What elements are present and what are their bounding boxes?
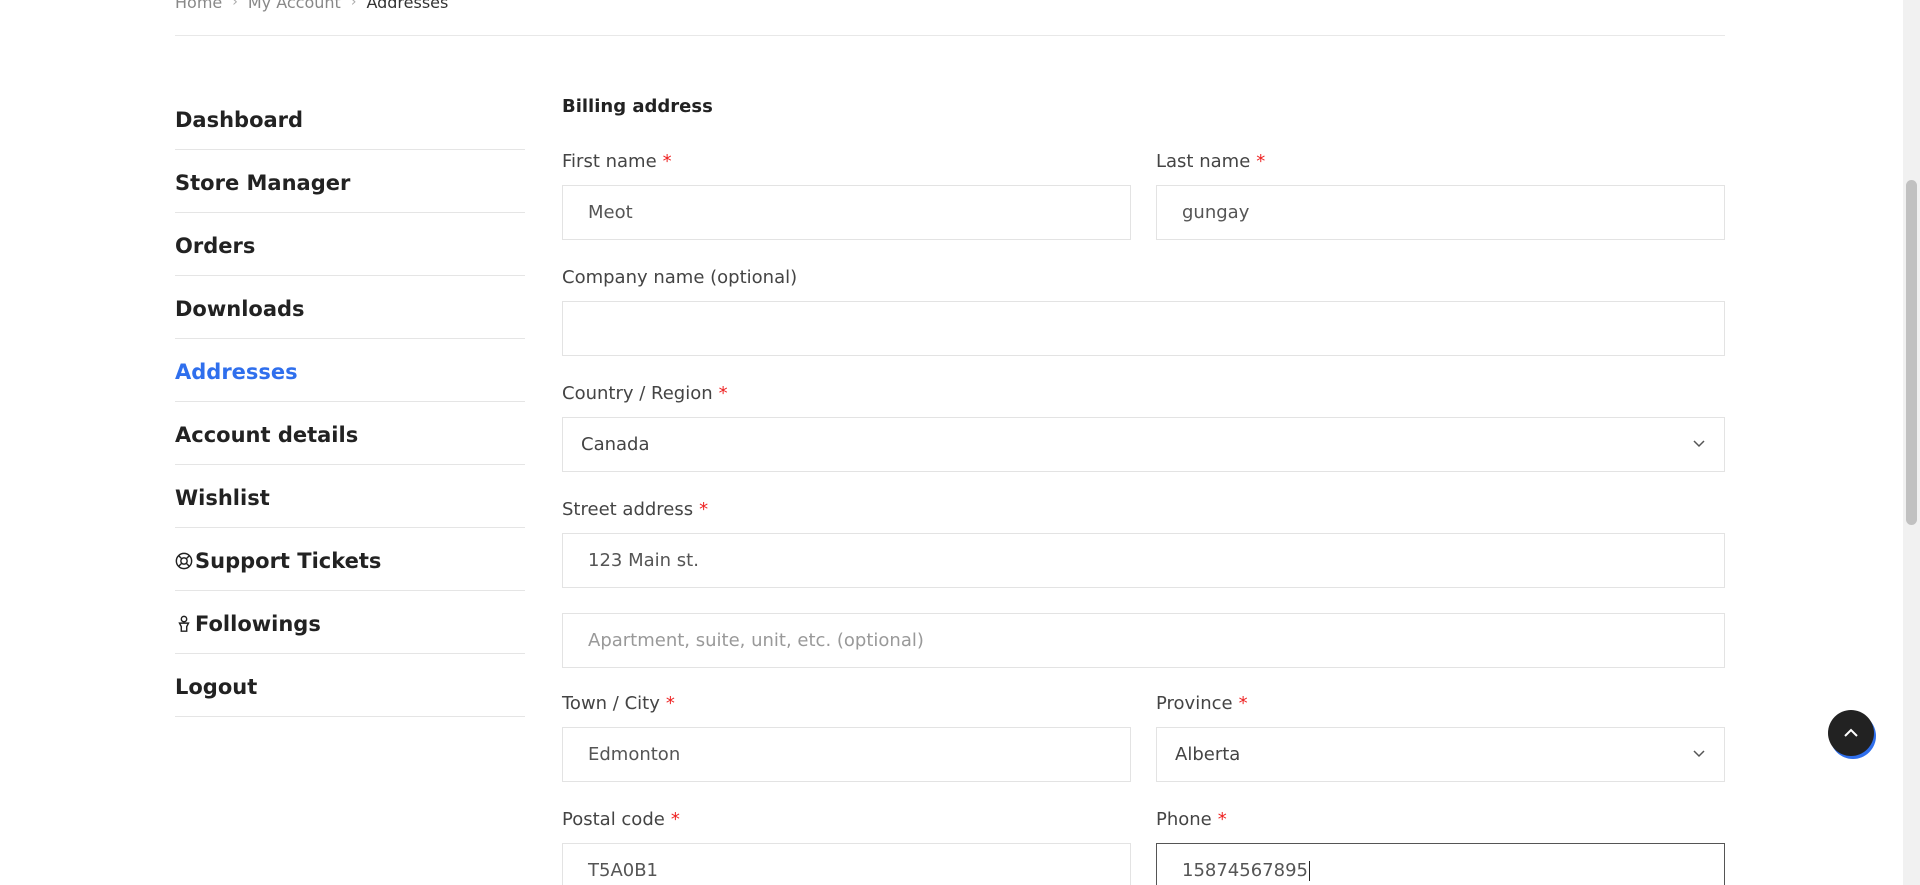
sidebar-item-store-manager[interactable]: Store Manager xyxy=(175,150,525,213)
company-group: Company name (optional) xyxy=(562,267,1725,356)
chevron-right-icon: › xyxy=(232,0,238,10)
chevron-down-icon xyxy=(1692,434,1706,455)
last-name-group: Last name * gungay xyxy=(1156,151,1725,240)
country-value: Canada xyxy=(581,434,650,455)
street-input[interactable]: 123 Main st. xyxy=(562,533,1725,588)
first-name-group: First name * Meot xyxy=(562,151,1131,240)
sidebar-item-label: Wishlist xyxy=(175,486,270,510)
breadcrumb-current: Addresses xyxy=(366,0,449,12)
sidebar-item-label: Store Manager xyxy=(175,171,351,195)
street-label: Street address * xyxy=(562,499,1725,521)
label-text: Province xyxy=(1156,693,1233,714)
company-input[interactable] xyxy=(562,301,1725,356)
breadcrumb: Home › My Account › Addresses xyxy=(175,0,448,12)
sidebar-item-label: Downloads xyxy=(175,297,305,321)
company-label: Company name (optional) xyxy=(562,267,798,288)
sidebar-item-orders[interactable]: Orders xyxy=(175,213,525,276)
page: Home › My Account › Addresses Dashboard … xyxy=(0,0,1920,885)
last-name-label: Last name * xyxy=(1156,151,1725,173)
required-mark: * xyxy=(665,693,675,714)
city-label: Town / City * xyxy=(562,693,1131,715)
label-text: Phone xyxy=(1156,809,1212,830)
sidebar-item-logout[interactable]: Logout xyxy=(175,654,525,717)
province-select[interactable]: Alberta xyxy=(1156,727,1725,782)
label-text: First name xyxy=(562,151,657,172)
postal-label: Postal code * xyxy=(562,809,1131,831)
sidebar-item-label: Logout xyxy=(175,675,258,699)
last-name-input[interactable]: gungay xyxy=(1156,185,1725,240)
required-mark: * xyxy=(1238,693,1248,714)
country-group: Country / Region * Canada xyxy=(562,383,1725,472)
apartment-input[interactable]: Apartment, suite, unit, etc. (optional) xyxy=(562,613,1725,668)
account-sidebar: Dashboard Store Manager Orders Downloads… xyxy=(175,87,525,717)
country-label: Country / Region * xyxy=(562,383,1725,405)
breadcrumb-my-account[interactable]: My Account xyxy=(248,0,341,12)
label-text: Last name xyxy=(1156,151,1251,172)
phone-group: Phone * 15874567895 xyxy=(1156,809,1725,885)
sidebar-item-account-details[interactable]: Account details xyxy=(175,402,525,465)
sidebar-item-support-tickets[interactable]: Support Tickets xyxy=(175,528,525,591)
breadcrumb-home[interactable]: Home xyxy=(175,0,222,12)
sidebar-item-dashboard[interactable]: Dashboard xyxy=(175,87,525,150)
divider xyxy=(175,35,1725,36)
phone-value: 15874567895 xyxy=(1182,860,1308,881)
sidebar-item-label: Followings xyxy=(195,612,321,636)
back-to-top-button[interactable] xyxy=(1828,710,1874,756)
chevron-right-icon: › xyxy=(350,0,357,10)
sidebar-item-label: Dashboard xyxy=(175,108,304,132)
required-mark: * xyxy=(662,151,672,172)
city-group: Town / City * Edmonton xyxy=(562,693,1131,782)
phone-label: Phone * xyxy=(1156,809,1725,831)
label-text: Postal code xyxy=(562,809,665,830)
person-icon xyxy=(175,615,193,633)
scrollbar[interactable] xyxy=(1903,0,1920,885)
first-name-input[interactable]: Meot xyxy=(562,185,1131,240)
postal-input[interactable]: T5A0B1 xyxy=(562,843,1131,885)
required-mark: * xyxy=(670,809,680,830)
province-value: Alberta xyxy=(1175,744,1241,765)
sidebar-item-label: Account details xyxy=(175,423,359,447)
sidebar-item-label: Orders xyxy=(175,234,256,258)
required-mark: * xyxy=(1256,151,1266,172)
label-text: Country / Region xyxy=(562,383,713,404)
chevron-up-icon xyxy=(1841,723,1861,743)
apartment-group: Apartment, suite, unit, etc. (optional) xyxy=(562,613,1725,668)
postal-group: Postal code * T5A0B1 xyxy=(562,809,1131,885)
sidebar-item-downloads[interactable]: Downloads xyxy=(175,276,525,339)
label-text: Street address xyxy=(562,499,694,520)
chevron-down-icon xyxy=(1692,744,1706,765)
text-caret xyxy=(1308,860,1310,881)
scrollbar-thumb[interactable] xyxy=(1906,180,1917,525)
required-mark: * xyxy=(1217,809,1227,830)
lifebuoy-icon xyxy=(175,552,193,570)
first-name-label: First name * xyxy=(562,151,1131,173)
province-label: Province * xyxy=(1156,693,1725,715)
required-mark: * xyxy=(718,383,728,404)
street-group: Street address * 123 Main st. xyxy=(562,499,1725,588)
sidebar-item-followings[interactable]: Followings xyxy=(175,591,525,654)
label-text: Town / City xyxy=(562,693,660,714)
city-input[interactable]: Edmonton xyxy=(562,727,1131,782)
phone-input[interactable]: 15874567895 xyxy=(1156,843,1725,885)
country-select[interactable]: Canada xyxy=(562,417,1725,472)
province-group: Province * Alberta xyxy=(1156,693,1725,782)
sidebar-item-addresses[interactable]: Addresses xyxy=(175,339,525,402)
required-mark: * xyxy=(699,499,709,520)
sidebar-item-wishlist[interactable]: Wishlist xyxy=(175,465,525,528)
sidebar-item-label: Addresses xyxy=(175,360,298,384)
sidebar-item-label: Support Tickets xyxy=(195,549,382,573)
form-title: Billing address xyxy=(562,96,713,117)
